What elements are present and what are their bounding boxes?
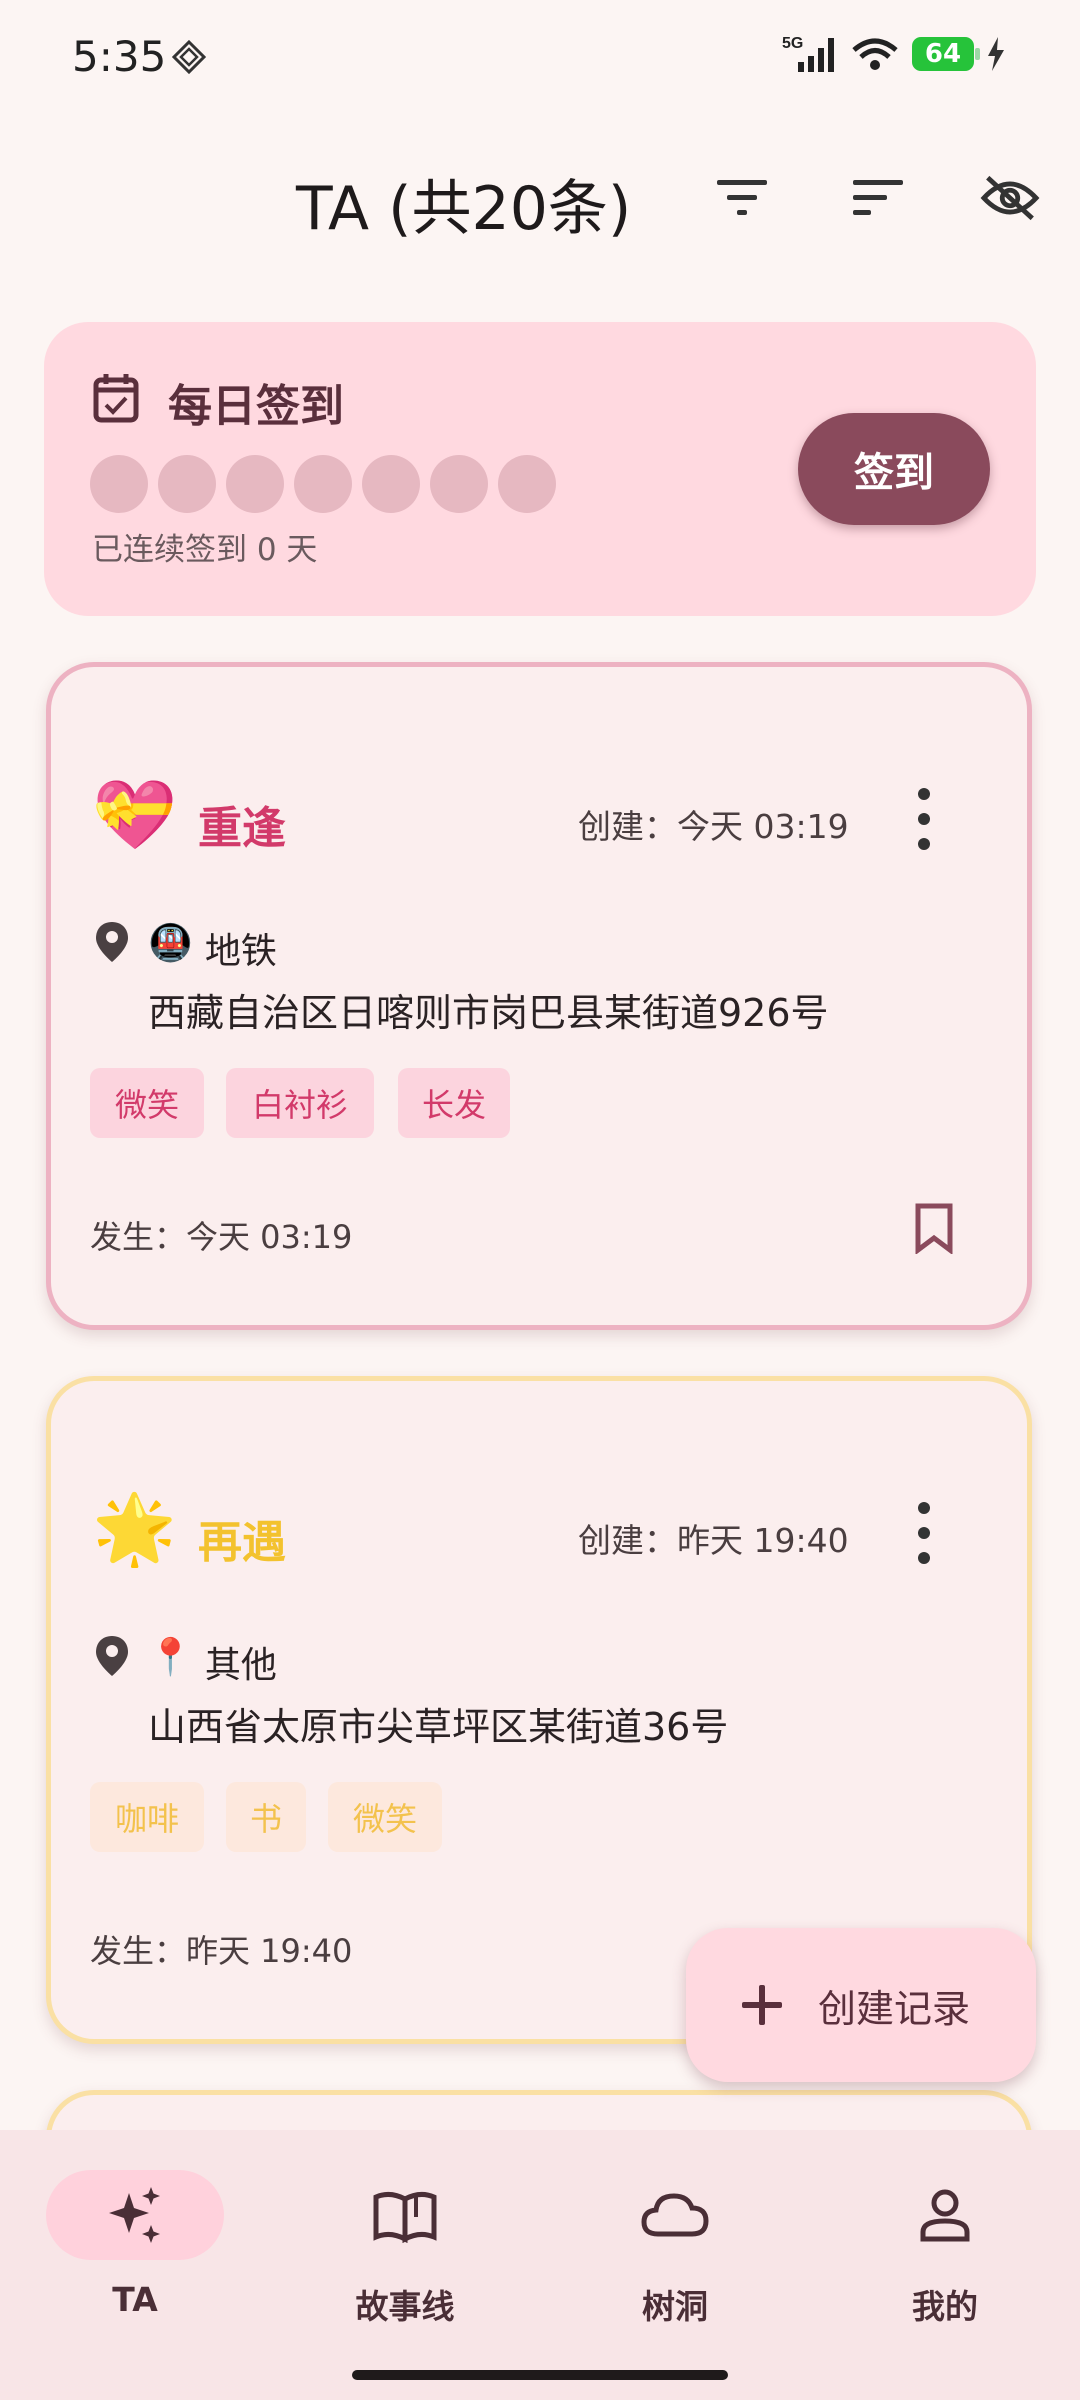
charging-bolt-icon (988, 37, 1004, 71)
record-occurred-time: 发生：今天 03:19 (90, 1218, 353, 1256)
nav-label: 故事线 (355, 2287, 455, 2326)
checkin-button[interactable]: 签到 (798, 413, 990, 525)
nav-pill-active (46, 2170, 224, 2260)
record-tag: 微笑 (90, 1068, 204, 1138)
create-record-label: 创建记录 (818, 1986, 971, 2031)
nav-pill (316, 2170, 494, 2260)
calendar-check-icon (93, 374, 139, 423)
location-pin-icon (96, 922, 128, 962)
nav-pill (586, 2170, 764, 2260)
record-tag: 咖啡 (90, 1782, 204, 1852)
checkin-day-dot (498, 455, 556, 513)
record-title: 再遇 (198, 1517, 286, 1568)
record-occurred-time: 发生：昨天 19:40 (90, 1932, 353, 1970)
book-icon (373, 2191, 437, 2243)
sparkle-icon (109, 2187, 160, 2243)
nav-item-me[interactable]: 我的 (835, 2170, 1055, 2330)
nav-item-tree-hole[interactable]: 树洞 (565, 2170, 785, 2330)
record-tag: 微笑 (328, 1782, 442, 1852)
record-address: 西藏自治区日喀则市岗巴县某街道926号 (148, 991, 829, 1035)
checkin-day-dot (362, 455, 420, 513)
record-created-time: 创建：昨天 19:40 (578, 1521, 849, 1560)
battery-level: 64 (924, 39, 962, 69)
cloud-icon (641, 2193, 709, 2237)
record-title: 重逢 (198, 803, 286, 854)
record-tag: 白衬衫 (226, 1068, 374, 1138)
status-time: 5:35 (72, 32, 167, 81)
bookmark-icon[interactable] (912, 1202, 956, 1254)
status-icons: 5G 64 (782, 34, 1006, 74)
nav-label: TA (112, 2280, 158, 2319)
page-title: TA (共20条) (296, 174, 632, 244)
record-tag: 长发 (398, 1068, 510, 1138)
record-location-type: 📍 其他 (148, 1636, 277, 1688)
location-type-emoji: 🚇 (148, 923, 193, 964)
battery-indicator: 64 (912, 37, 980, 71)
network-label: 5G (782, 35, 803, 52)
nav-label: 我的 (912, 2287, 978, 2326)
location-type-label: 其他 (204, 1645, 277, 1686)
record-created-time: 创建：今天 03:19 (578, 807, 849, 846)
nav-item-storyline[interactable]: 故事线 (295, 2170, 515, 2330)
record-tag: 书 (226, 1782, 306, 1852)
record-emoji: 🌟 (92, 1490, 177, 1569)
record-location-type: 🚇 地铁 (148, 922, 277, 974)
checkin-title: 每日签到 (168, 381, 344, 432)
checkin-day-dot (294, 455, 352, 513)
checkin-day-dot (90, 455, 148, 513)
record-address: 山西省太原市尖草坪区某街道36号 (148, 1705, 729, 1749)
filter-icon[interactable] (712, 168, 772, 228)
visibility-off-icon[interactable] (980, 168, 1040, 228)
person-icon (920, 2189, 970, 2242)
nav-item-ta[interactable]: TA (25, 2170, 245, 2330)
location-pin-icon (96, 1636, 128, 1676)
nav-pill (856, 2170, 1034, 2260)
checkin-day-dot (430, 455, 488, 513)
checkin-day-dots (90, 455, 556, 513)
home-indicator[interactable] (352, 2370, 728, 2380)
plus-icon (742, 1985, 782, 2025)
wifi-icon (852, 38, 898, 70)
checkin-day-dot (226, 455, 284, 513)
record-emoji: 💝 (92, 776, 177, 855)
checkin-streak: 已连续签到 0 天 (92, 532, 318, 568)
location-type-label: 地铁 (204, 931, 277, 972)
more-vert-icon[interactable] (906, 1498, 942, 1568)
create-record-button[interactable]: 创建记录 (686, 1928, 1036, 2082)
sort-icon[interactable] (848, 168, 908, 228)
checkin-day-dot (158, 455, 216, 513)
nfc-diamond-icon (172, 40, 206, 74)
cellular-signal-icon: 5G (782, 35, 834, 72)
nav-label: 树洞 (642, 2287, 708, 2326)
more-vert-icon[interactable] (906, 784, 942, 854)
location-type-emoji: 📍 (148, 1637, 193, 1678)
